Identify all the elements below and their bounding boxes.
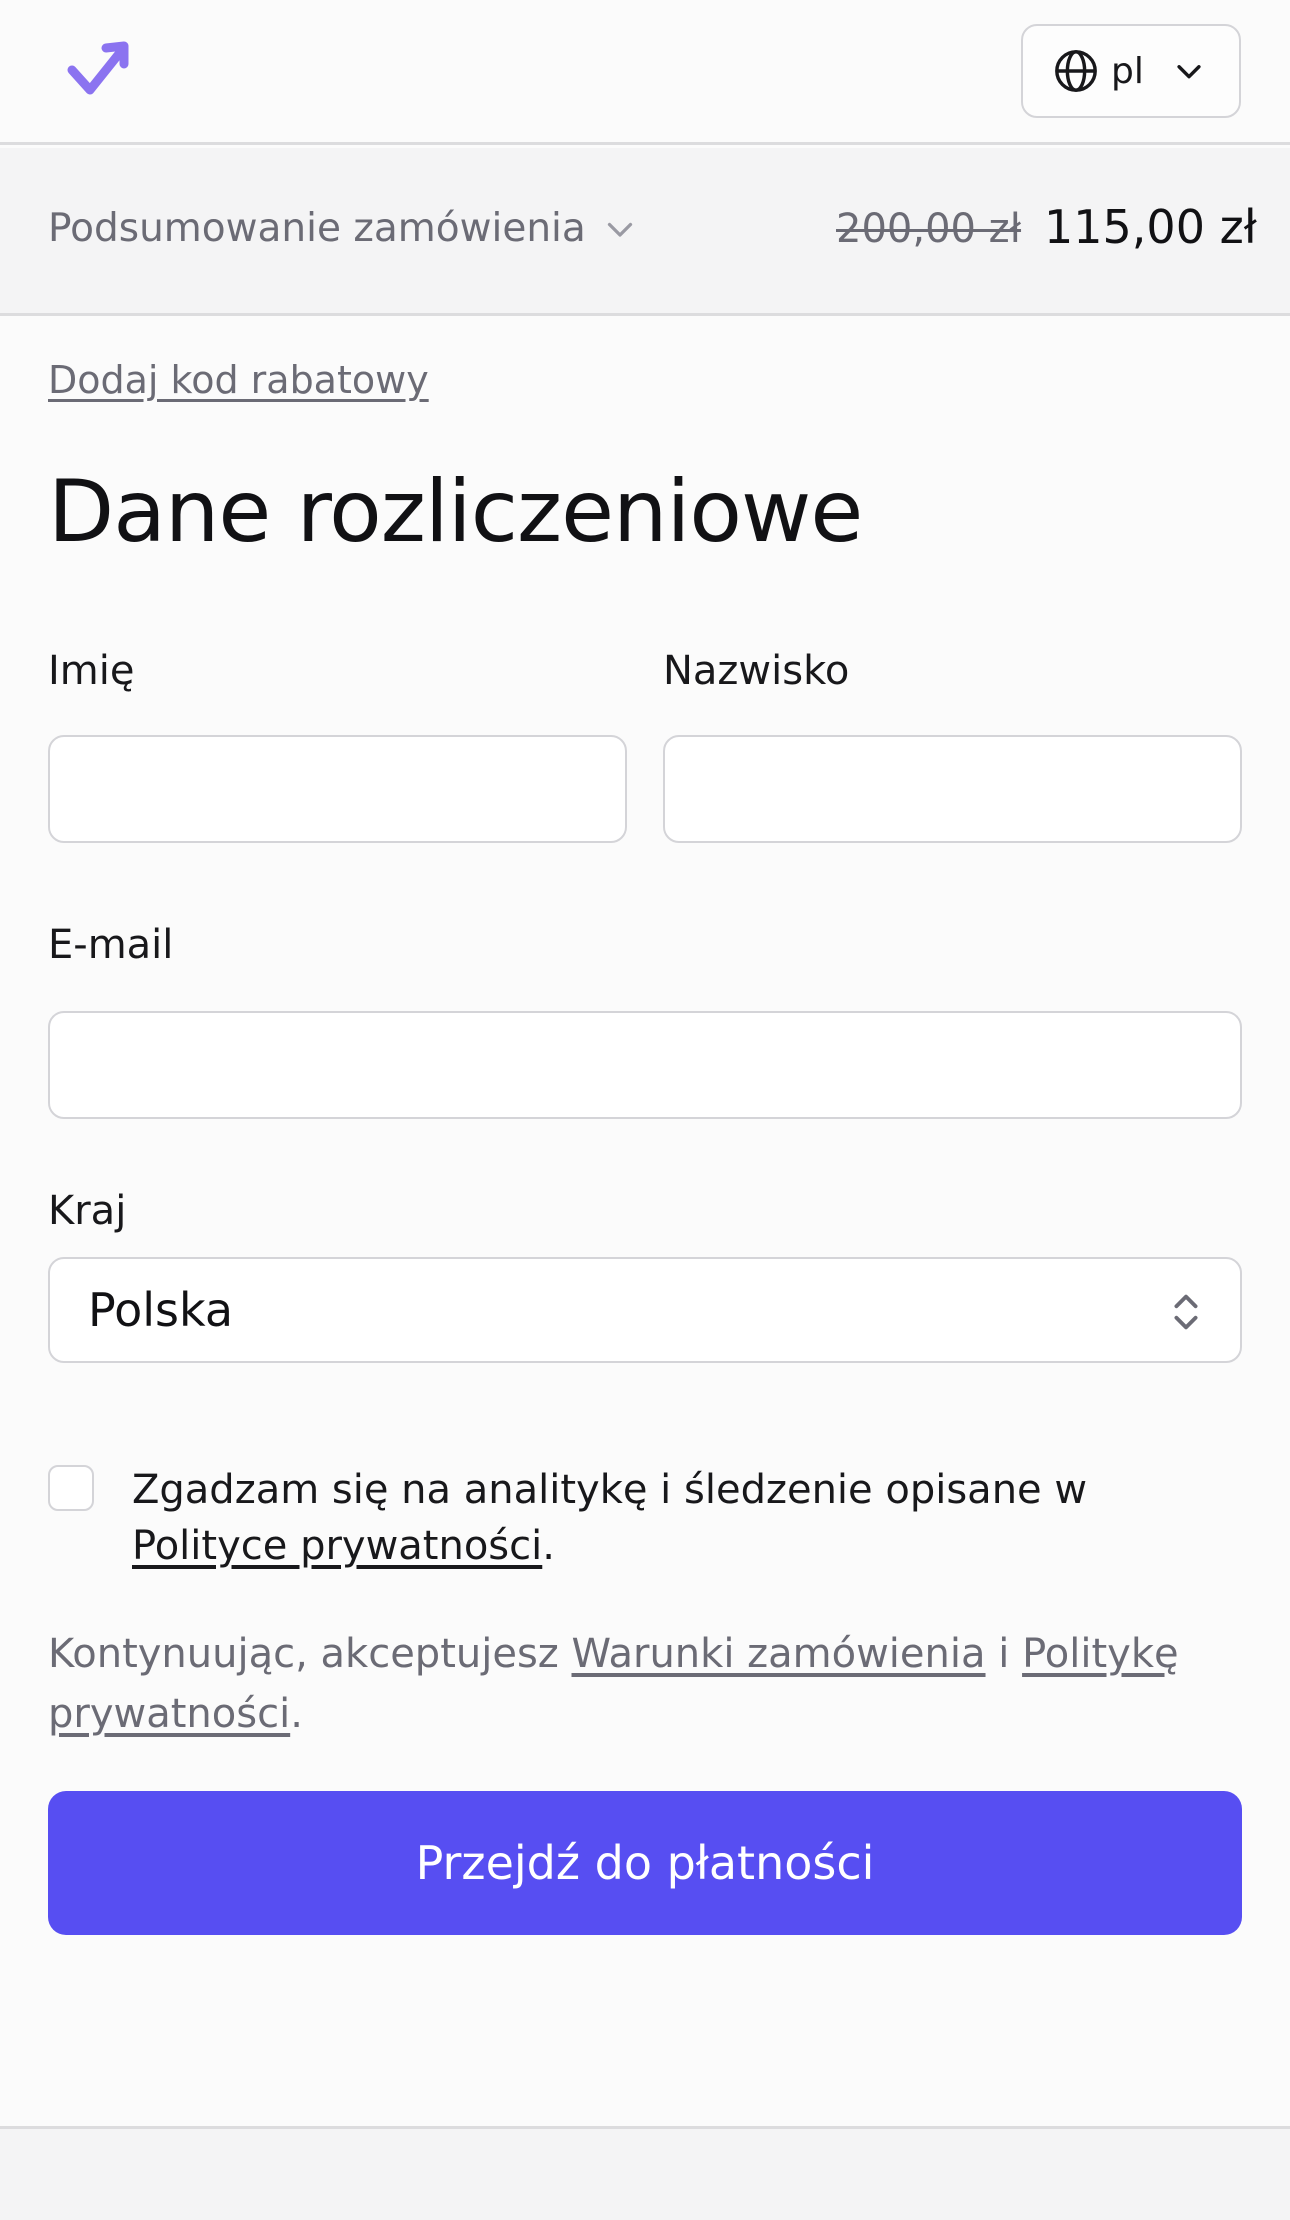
first-name-label: Imię [48,648,135,694]
consent-checkbox[interactable] [48,1465,94,1511]
top-bar: pl [0,0,1290,145]
consent-text: Zgadzam się na analitykę i śledzenie opi… [132,1462,1242,1574]
first-name-input[interactable] [48,735,627,843]
language-selector[interactable]: pl [1021,24,1241,118]
language-code: pl [1111,50,1144,92]
consent-suffix: . [542,1523,555,1569]
last-name-input[interactable] [663,735,1242,843]
country-select[interactable]: Polska [48,1257,1242,1363]
chevron-up-down-icon [1174,1294,1198,1330]
country-label: Kraj [48,1188,127,1234]
order-summary-label: Podsumowanie zamówienia [48,206,586,251]
original-price: 200,00 zł [836,206,1022,252]
proceed-to-payment-button[interactable]: Przejdź do płatności [48,1791,1242,1935]
email-input[interactable] [48,1011,1242,1119]
privacy-policy-link[interactable]: Polityce prywatności [132,1523,542,1569]
consent-text-main: Zgadzam się na analitykę i śledzenie opi… [132,1467,1088,1513]
chevron-down-icon [607,222,632,237]
chevron-down-icon [1177,65,1201,79]
last-name-label: Nazwisko [663,648,850,694]
country-value: Polska [88,1283,234,1337]
order-summary-bar: Podsumowanie zamówienia 200,00 zł 115,00… [0,148,1290,316]
order-terms-link[interactable]: Warunki zamówienia [572,1631,986,1677]
discounted-price: 115,00 zł [1044,200,1257,254]
terms-conjunction: i [985,1631,1023,1677]
order-summary-toggle[interactable]: Podsumowanie zamówienia [48,206,638,251]
email-label: E-mail [48,922,174,968]
terms-notice: Kontynuując, akceptujesz Warunki zamówie… [48,1624,1242,1744]
terms-prefix: Kontynuując, akceptujesz [48,1631,572,1677]
page-title: Dane rozliczeniowe [48,462,863,562]
globe-icon [1055,50,1097,92]
footer [0,2126,1290,2220]
add-discount-code-link[interactable]: Dodaj kod rabatowy [48,358,429,402]
logo-icon[interactable] [66,40,132,100]
terms-suffix: . [290,1691,303,1737]
